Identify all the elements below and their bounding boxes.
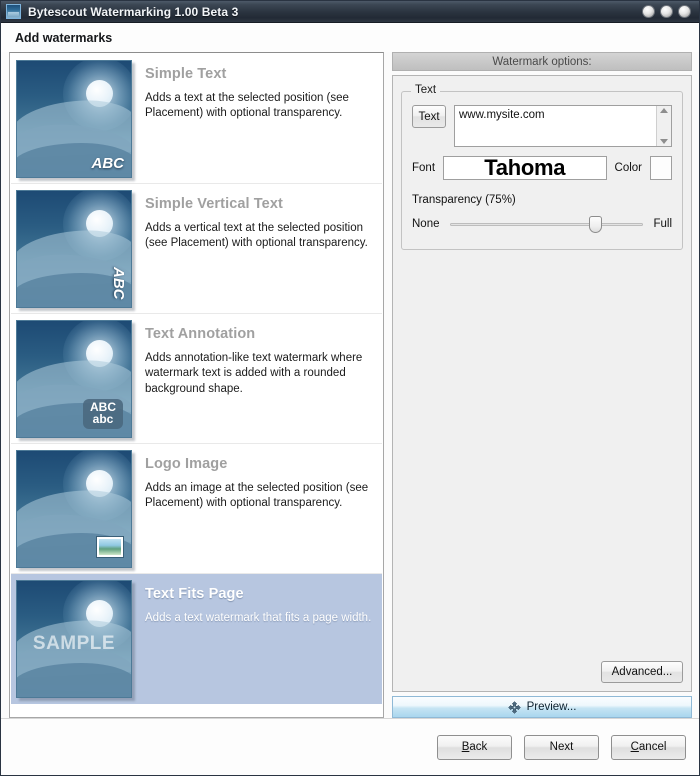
list-item[interactable]: ABC abc Text Annotation Adds annotation-lik… xyxy=(11,314,382,444)
thumb-text-mark: ABC xyxy=(110,266,127,300)
text-row: Text www.mysite.com xyxy=(412,105,672,147)
list-item-description: Adds an image at the selected position (… xyxy=(145,482,369,510)
preview-button-label: Preview... xyxy=(526,701,577,713)
color-label: Color xyxy=(614,162,642,174)
list-item-text: Text Annotation Adds annotation-like text… xyxy=(142,320,374,437)
watermark-preview-thumbnail: SAMPLE xyxy=(16,580,132,698)
watermark-options-header: Watermark options: xyxy=(392,52,692,71)
watermark-text-value[interactable]: www.mysite.com xyxy=(455,106,656,146)
slider-min-label: None xyxy=(412,218,440,230)
text-groupbox: Text Text www.mysite.com Font Tahoma Col… xyxy=(401,84,683,250)
content-area: ABC Simple Text Adds a text at the selecte… xyxy=(1,52,699,718)
list-item-title: Logo Image xyxy=(145,456,228,472)
list-item-description: Adds a text at the selected position (se… xyxy=(145,92,349,120)
thumbnail-wrap: ABC abc xyxy=(16,320,132,438)
preview-button[interactable]: Preview... xyxy=(392,696,692,718)
list-item-description: Adds a text watermark that fits a page w… xyxy=(145,612,372,624)
slider-max-label: Full xyxy=(653,218,672,230)
thumb-text-mark: SAMPLE xyxy=(32,633,116,654)
watermark-options-panel: Text Text www.mysite.com Font Tahoma Col… xyxy=(392,75,692,692)
hill-shape xyxy=(17,663,131,697)
advanced-row: Advanced... xyxy=(401,655,683,683)
watermark-preview-thumbnail: ABC abc xyxy=(16,320,132,438)
move-arrows-icon xyxy=(507,700,521,714)
list-item[interactable]: ABC Simple Text Adds a text at the selecte… xyxy=(11,54,382,184)
triangle-up-icon[interactable] xyxy=(660,108,668,113)
transparency-slider[interactable] xyxy=(449,215,644,233)
thumbnail-wrap: ABC xyxy=(16,190,132,308)
slider-thumb[interactable] xyxy=(588,216,602,233)
thumbnail-wrap: ABC xyxy=(16,60,132,178)
watermark-preview-thumbnail xyxy=(16,450,132,568)
color-swatch[interactable] xyxy=(650,156,672,180)
watermark-type-list[interactable]: ABC Simple Text Adds a text at the selecte… xyxy=(9,52,384,718)
app-window: Bytescout Watermarking 1.00 Beta 3 Add w… xyxy=(0,0,700,776)
watermark-preview-thumbnail: ABC xyxy=(16,190,132,308)
options-column: Watermark options: Text Text www.mysite.… xyxy=(392,52,692,718)
font-sample-button[interactable]: Tahoma xyxy=(443,156,607,180)
advanced-button[interactable]: Advanced... xyxy=(601,661,683,683)
close-button[interactable] xyxy=(678,5,691,18)
footer-buttons: Back Next Cancel xyxy=(1,718,699,775)
cancel-button[interactable]: Cancel xyxy=(611,734,686,760)
watermark-text-input[interactable]: www.mysite.com xyxy=(454,105,672,147)
text-button[interactable]: Text xyxy=(412,105,446,128)
watermark-preview-thumbnail: ABC xyxy=(16,60,132,178)
text-groupbox-legend: Text xyxy=(411,84,441,96)
font-label: Font xyxy=(412,162,436,174)
title-bar: Bytescout Watermarking 1.00 Beta 3 xyxy=(1,1,699,23)
minimize-button[interactable] xyxy=(642,5,655,18)
list-item[interactable]: Logo Image Adds an image at the selected … xyxy=(11,444,382,574)
list-item-text: Simple Vertical Text Adds a vertical text… xyxy=(142,190,374,307)
thumbnail-wrap xyxy=(16,450,132,568)
slider-track[interactable] xyxy=(449,223,644,226)
list-item-title: Simple Text xyxy=(145,66,227,82)
maximize-button[interactable] xyxy=(660,5,673,18)
transparency-slider-row: None Full xyxy=(412,212,672,236)
thumbnail-wrap: SAMPLE xyxy=(16,580,132,698)
window-title: Bytescout Watermarking 1.00 Beta 3 xyxy=(28,4,239,19)
back-button[interactable]: Back xyxy=(437,734,512,760)
next-button[interactable]: Next xyxy=(524,734,599,760)
list-item[interactable]: SAMPLE Text Fits Page Adds a text watermar… xyxy=(11,574,382,704)
page-title: Add watermarks xyxy=(1,23,699,52)
thumb-text-mark: ABC xyxy=(91,155,125,172)
thumb-logo-icon xyxy=(96,536,124,558)
list-item-text: Text Fits Page Adds a text watermark that… xyxy=(142,580,374,697)
text-scrollbar[interactable] xyxy=(656,106,671,146)
transparency-label: Transparency (75%) xyxy=(412,194,516,206)
list-item-title: Simple Vertical Text xyxy=(145,196,283,212)
thumb-annotation-mark: ABC abc xyxy=(83,398,123,429)
list-item-description: Adds annotation-like text watermark wher… xyxy=(145,352,363,395)
font-sample-text: Tahoma xyxy=(484,156,566,180)
list-item-title: Text Fits Page xyxy=(145,586,244,602)
triangle-down-icon[interactable] xyxy=(660,139,668,144)
app-image-icon xyxy=(6,4,21,19)
list-item-description: Adds a vertical text at the selected pos… xyxy=(145,222,368,250)
list-item-title: Text Annotation xyxy=(145,326,256,342)
list-item-text: Logo Image Adds an image at the selected … xyxy=(142,450,374,567)
window-controls xyxy=(642,5,693,18)
font-row: Font Tahoma Color xyxy=(412,156,672,180)
list-item[interactable]: ABC Simple Vertical Text Adds a vertical t… xyxy=(11,184,382,314)
list-item-text: Simple Text Adds a text at the selected p… xyxy=(142,60,374,177)
